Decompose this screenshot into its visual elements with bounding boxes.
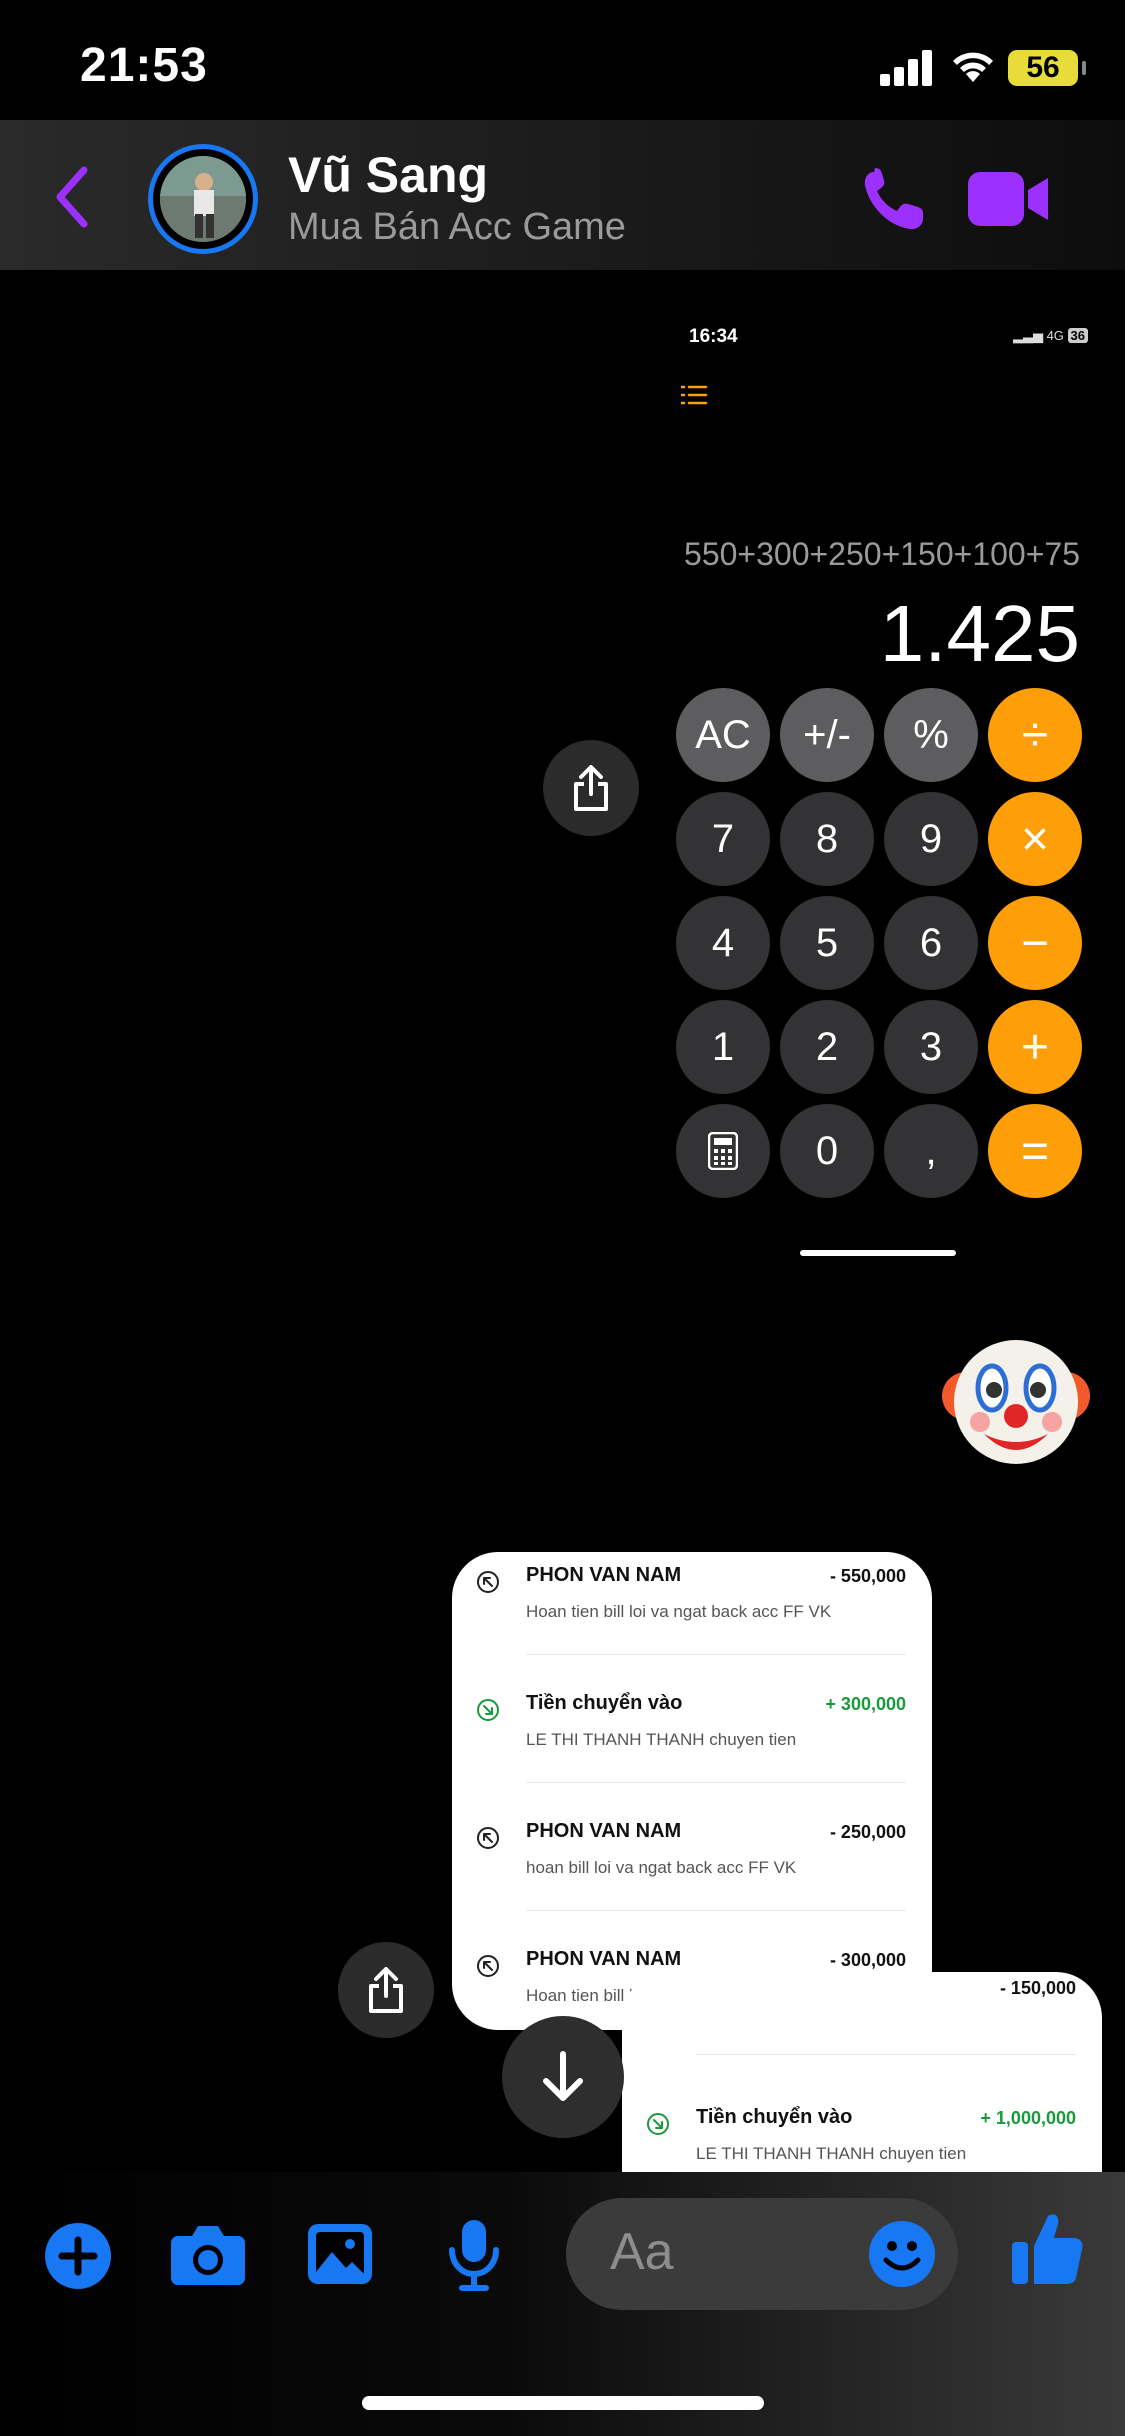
divider bbox=[696, 2054, 1076, 2055]
camera-button[interactable] bbox=[170, 2222, 246, 2291]
smiley-icon bbox=[869, 2221, 935, 2287]
transaction-amount: + 1,000,000 bbox=[980, 2108, 1076, 2128]
plus-circle-icon bbox=[45, 2223, 111, 2289]
calc-key-7: 7 bbox=[676, 792, 770, 886]
divider bbox=[526, 1782, 906, 1783]
video-camera-icon bbox=[968, 172, 1048, 226]
transaction-amount: - 300,000 bbox=[829, 1950, 906, 1970]
phone-icon bbox=[864, 168, 923, 230]
calc-key-ac: AC bbox=[676, 688, 770, 782]
contact-subtitle: Mua Bán Acc Game bbox=[288, 206, 626, 248]
incoming-arrow-icon bbox=[477, 1699, 499, 1721]
calculator-screenshot-image[interactable]: 16:34 ▂▃▅ 4G 36 550+300+250+150+100+75 1… bbox=[664, 310, 1094, 1280]
image-status-icons: ▂▃▅ 4G 36 bbox=[1013, 328, 1088, 344]
calc-key-plus-minus: +/- bbox=[780, 688, 874, 782]
share-button[interactable] bbox=[543, 740, 639, 836]
gallery-button[interactable] bbox=[306, 2222, 374, 2291]
calc-key-multiply: × bbox=[988, 792, 1082, 886]
outgoing-arrow-icon bbox=[477, 1827, 499, 1849]
image-status-time: 16:34 bbox=[689, 326, 738, 347]
add-button[interactable] bbox=[44, 2222, 112, 2295]
transaction-row: Tiền chuyển vào + 1,000,000 LE THI THANH… bbox=[622, 2102, 1102, 2172]
bank-transactions-image-2[interactable]: - 150,000 Tiền chuyển vào + 1,000,000 LE… bbox=[622, 1972, 1102, 2172]
share-icon bbox=[369, 1967, 403, 2013]
share-icon bbox=[574, 765, 608, 811]
share-button[interactable] bbox=[338, 1942, 434, 2038]
outgoing-arrow-icon bbox=[477, 1571, 499, 1593]
contact-name[interactable]: Vũ Sang bbox=[288, 146, 488, 204]
arrow-down-icon bbox=[543, 2051, 583, 2101]
transaction-row: PHON VAN NAM - 550,000 Hoan tien bill lo… bbox=[452, 1560, 932, 1688]
calc-key-equals: = bbox=[988, 1104, 1082, 1198]
transaction-amount: - 550,000 bbox=[829, 1566, 906, 1586]
calc-key-1: 1 bbox=[676, 1000, 770, 1094]
image-icon bbox=[308, 2224, 372, 2284]
divider bbox=[526, 1910, 906, 1911]
calc-key-3: 3 bbox=[884, 1000, 978, 1094]
like-button[interactable] bbox=[1010, 2210, 1084, 2291]
incoming-arrow-icon bbox=[647, 2113, 669, 2135]
wifi-icon bbox=[950, 46, 996, 89]
calc-key-4: 4 bbox=[676, 896, 770, 990]
battery-indicator: 56 bbox=[1008, 50, 1086, 86]
transaction-description: hoan bill loi va ngat back acc FF VK bbox=[526, 1858, 797, 1877]
scroll-to-bottom-button[interactable] bbox=[502, 2016, 624, 2138]
calc-key-decimal: , bbox=[884, 1104, 978, 1198]
list-icon bbox=[680, 384, 708, 411]
transaction-name: Tiền chuyển vào bbox=[526, 1692, 683, 1714]
transaction-row: PHON VAN NAM - 250,000 hoan bill loi va … bbox=[452, 1816, 932, 1944]
calculator-icon bbox=[676, 1104, 770, 1198]
transaction-row: Tiền chuyển vào + 300,000 LE THI THANH T… bbox=[452, 1688, 932, 1816]
calc-key-2: 2 bbox=[780, 1000, 874, 1094]
microphone-icon bbox=[449, 2220, 499, 2291]
calc-key-6: 6 bbox=[884, 896, 978, 990]
transaction-name: PHON VAN NAM bbox=[526, 1564, 682, 1586]
back-button[interactable] bbox=[52, 162, 92, 232]
calc-key-divide: ÷ bbox=[988, 688, 1082, 782]
calculator-result: 1.425 bbox=[879, 589, 1080, 678]
calc-key-plus: + bbox=[988, 1000, 1082, 1094]
transaction-description: Hoan tien bill loi va ngat back acc FF V… bbox=[526, 1602, 832, 1621]
voice-message-button[interactable] bbox=[446, 2218, 502, 2297]
camera-icon bbox=[171, 2226, 245, 2285]
avatar[interactable] bbox=[160, 156, 246, 242]
home-indicator bbox=[362, 2396, 764, 2410]
emoji-button[interactable] bbox=[868, 2220, 936, 2293]
thumbs-up-icon bbox=[1012, 2214, 1083, 2284]
bank-transactions-image[interactable]: PHON VAN NAM - 550,000 Hoan tien bill lo… bbox=[452, 1552, 932, 2030]
calculator-expression: 550+300+250+150+100+75 bbox=[684, 536, 1080, 572]
voice-call-button[interactable] bbox=[860, 166, 930, 235]
image-home-indicator bbox=[800, 1250, 956, 1256]
message-input-placeholder[interactable]: Aa bbox=[610, 2222, 674, 2282]
transaction-name: PHON VAN NAM bbox=[526, 1820, 682, 1842]
calc-key-9: 9 bbox=[884, 792, 978, 886]
transaction-amount: - 150,000 bbox=[999, 1978, 1076, 1998]
transaction-description: LE THI THANH THANH chuyen tien bbox=[696, 2144, 967, 2163]
transaction-description: LE THI THANH THANH chuyen tien bbox=[526, 1730, 797, 1749]
chevron-left-icon bbox=[56, 166, 88, 228]
transaction-amount: + 300,000 bbox=[825, 1694, 906, 1714]
calc-key-minus: − bbox=[988, 896, 1082, 990]
transaction-amount: - 250,000 bbox=[829, 1822, 906, 1842]
clown-face-emoji[interactable] bbox=[940, 1326, 1092, 1481]
cellular-signal-icon bbox=[880, 50, 932, 86]
video-call-button[interactable] bbox=[968, 172, 1050, 231]
transaction-name: PHON VAN NAM bbox=[526, 1948, 682, 1970]
calc-key-5: 5 bbox=[780, 896, 874, 990]
calc-key-8: 8 bbox=[780, 792, 874, 886]
outgoing-arrow-icon bbox=[477, 1955, 499, 1977]
divider bbox=[526, 1654, 906, 1655]
status-time: 21:53 bbox=[80, 39, 208, 92]
calc-key-percent: % bbox=[884, 688, 978, 782]
transaction-name: Tiền chuyển vào bbox=[696, 2106, 853, 2128]
calc-key-0: 0 bbox=[780, 1104, 874, 1198]
